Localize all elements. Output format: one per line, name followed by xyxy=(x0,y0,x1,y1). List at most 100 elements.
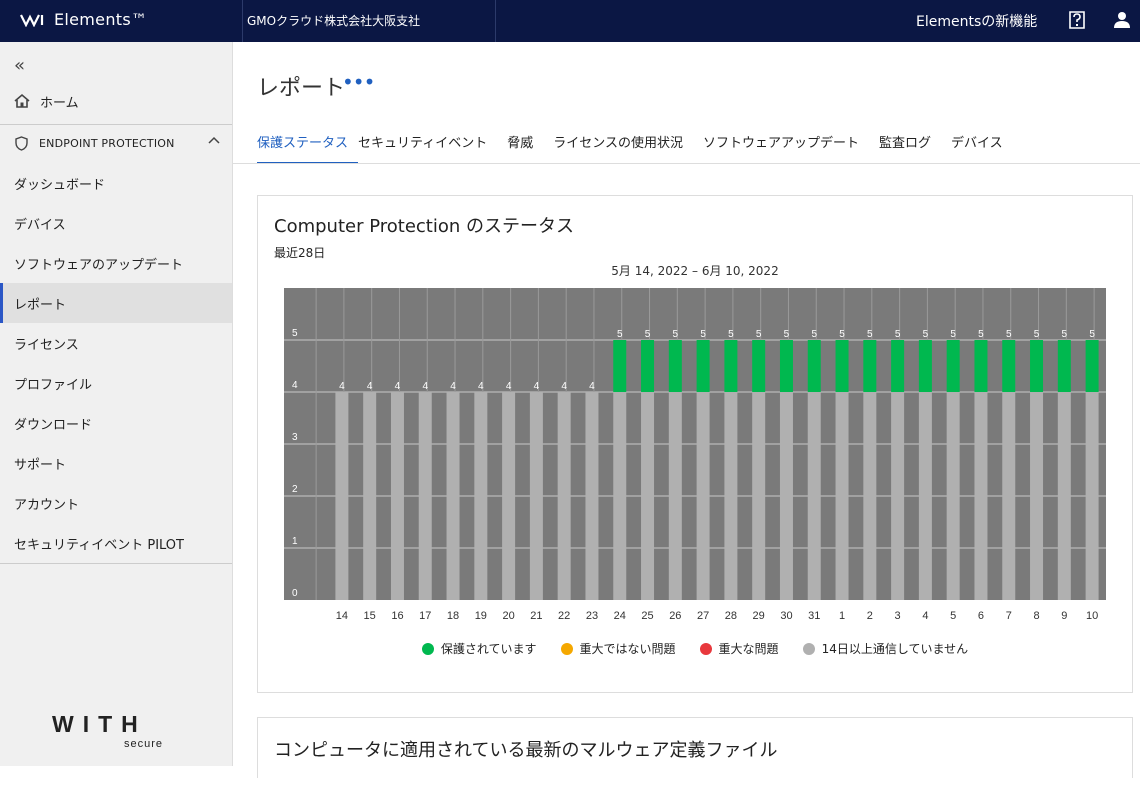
divider xyxy=(242,0,243,42)
legend-item[interactable]: 重大ではない問題 xyxy=(560,640,676,657)
sidebar-item[interactable]: サポート xyxy=(0,443,232,483)
sidebar-item[interactable]: ダウンロード xyxy=(0,403,232,443)
bar-value-label: 5 xyxy=(700,329,706,340)
bar-segment xyxy=(335,392,349,600)
sidebar-item-label: ダッシュボード xyxy=(14,177,106,193)
x-tick-label: 18 xyxy=(447,610,459,622)
bar-segment xyxy=(724,392,738,600)
chevron-up-icon[interactable] xyxy=(208,136,220,146)
help-icon[interactable] xyxy=(1069,11,1085,29)
x-tick-label: 20 xyxy=(502,610,514,622)
bar-segment xyxy=(724,340,738,392)
tab[interactable]: ライセンスの使用状況 xyxy=(553,134,703,162)
sidebar-item[interactable]: デバイス xyxy=(0,203,232,243)
bar-segment xyxy=(752,392,766,600)
legend-dot-icon xyxy=(560,642,573,655)
sidebar-item[interactable]: ライセンス xyxy=(0,323,232,363)
more-options-icon[interactable]: ••• xyxy=(342,70,375,94)
legend-label: 重大ではない問題 xyxy=(579,642,676,656)
bar-value-label: 5 xyxy=(1006,329,1012,340)
legend-dot-icon xyxy=(802,642,815,655)
bar-value-label: 5 xyxy=(1089,329,1095,340)
legend-label: 重大な問題 xyxy=(718,642,779,656)
sidebar-item[interactable]: プロファイル xyxy=(0,363,232,403)
bar-value-label: 5 xyxy=(645,329,651,340)
bar-segment xyxy=(752,340,766,392)
legend-item[interactable]: 保護されています xyxy=(421,640,537,657)
y-tick-label: 0 xyxy=(292,588,298,599)
tab[interactable]: 監査ログ xyxy=(879,134,951,162)
sidebar-item[interactable]: ソフトウェアのアップデート xyxy=(0,243,232,283)
x-tick-label: 9 xyxy=(1061,610,1067,622)
x-tick-label: 14 xyxy=(336,610,348,622)
tab[interactable]: 保護ステータス xyxy=(257,134,359,164)
bar-segment xyxy=(446,392,460,600)
sidebar-item-label: セキュリティイベント PILOT xyxy=(14,537,184,553)
bar-segment xyxy=(863,340,877,392)
x-tick-label: 4 xyxy=(922,610,928,622)
divider xyxy=(495,0,496,42)
legend-item[interactable]: 重大な問題 xyxy=(699,640,779,657)
whats-new-link[interactable]: Elementsの新機能 xyxy=(916,11,1037,31)
bar-segment xyxy=(1057,340,1071,392)
x-tick-label: 6 xyxy=(978,610,984,622)
x-tick-label: 31 xyxy=(808,610,820,622)
bar-segment xyxy=(641,340,655,392)
bar-segment xyxy=(1085,340,1099,392)
sidebar-item[interactable]: ダッシュボード xyxy=(0,163,232,203)
tab[interactable]: ソフトウェアアップデート xyxy=(703,134,879,162)
tab[interactable]: デバイス xyxy=(951,134,1003,162)
bar-segment xyxy=(613,340,627,392)
sidebar-item[interactable]: セキュリティイベント PILOT xyxy=(0,523,232,563)
user-icon[interactable] xyxy=(1113,11,1131,29)
x-tick-label: 30 xyxy=(780,610,792,622)
sidebar-section-endpoint-protection[interactable]: ENDPOINT PROTECTION xyxy=(0,132,232,154)
bar-value-label: 4 xyxy=(478,381,484,392)
y-tick-label: 1 xyxy=(292,536,298,547)
sidebar-item[interactable]: アカウント xyxy=(0,483,232,523)
bar-value-label: 5 xyxy=(673,329,679,340)
collapse-sidebar-icon[interactable]: « xyxy=(14,55,25,76)
sidebar-item[interactable]: レポート xyxy=(0,283,232,323)
organization-name[interactable]: GMOクラウド株式会社大阪支社 xyxy=(247,12,420,29)
bar-value-label: 4 xyxy=(506,381,512,392)
x-tick-label: 3 xyxy=(895,610,901,622)
card-title: コンピュータに適用されている最新のマルウェア定義ファイル xyxy=(274,740,778,761)
bar-segment xyxy=(474,392,488,600)
brand-logo[interactable]: Elements™ xyxy=(20,10,147,29)
bar-segment xyxy=(946,340,960,392)
bar-value-label: 5 xyxy=(923,329,929,340)
bar-value-label: 5 xyxy=(895,329,901,340)
bar-value-label: 4 xyxy=(534,381,540,392)
legend-item[interactable]: 14日以上通信していません xyxy=(802,640,968,657)
sidebar-item-label: ソフトウェアのアップデート xyxy=(14,257,184,273)
bar-segment xyxy=(918,392,932,600)
bar-segment xyxy=(779,392,793,600)
tab[interactable]: セキュリティイベント xyxy=(358,134,507,162)
top-bar: Elements™ GMOクラウド株式会社大阪支社 Elementsの新機能 xyxy=(0,0,1140,42)
bar-segment xyxy=(807,340,821,392)
y-tick-label: 4 xyxy=(292,380,298,391)
bar-segment xyxy=(891,340,905,392)
home-icon xyxy=(14,93,30,108)
malware-definitions-card: コンピュータに適用されている最新のマルウェア定義ファイル xyxy=(257,717,1133,778)
bar-value-label: 4 xyxy=(422,381,428,392)
x-tick-label: 29 xyxy=(753,610,765,622)
sidebar-item-label: アカウント xyxy=(14,497,80,513)
sidebar: « ホーム ENDPOINT PROTECTION ダッシュボード デバイスソフト… xyxy=(0,42,233,766)
bar-segment xyxy=(835,340,849,392)
x-tick-label: 16 xyxy=(391,610,403,622)
sidebar-item-label: デバイス xyxy=(14,217,66,233)
sidebar-item-home[interactable]: ホーム xyxy=(0,90,232,112)
bar-segment xyxy=(891,392,905,600)
x-tick-label: 5 xyxy=(950,610,956,622)
withsecure-w-icon xyxy=(20,14,44,27)
tab[interactable]: 脅威 xyxy=(507,134,553,162)
bar-segment xyxy=(1002,392,1016,600)
sidebar-item-label: ライセンス xyxy=(14,337,79,353)
sidebar-section-label: ENDPOINT PROTECTION xyxy=(39,136,175,150)
x-tick-label: 26 xyxy=(669,610,681,622)
report-tabs: 保護ステータス セキュリティイベント 脅威 ライセンスの使用状況 ソフトウェアアップデー… xyxy=(257,134,1003,164)
bar-segment xyxy=(1085,392,1099,600)
x-tick-label: 17 xyxy=(419,610,431,622)
